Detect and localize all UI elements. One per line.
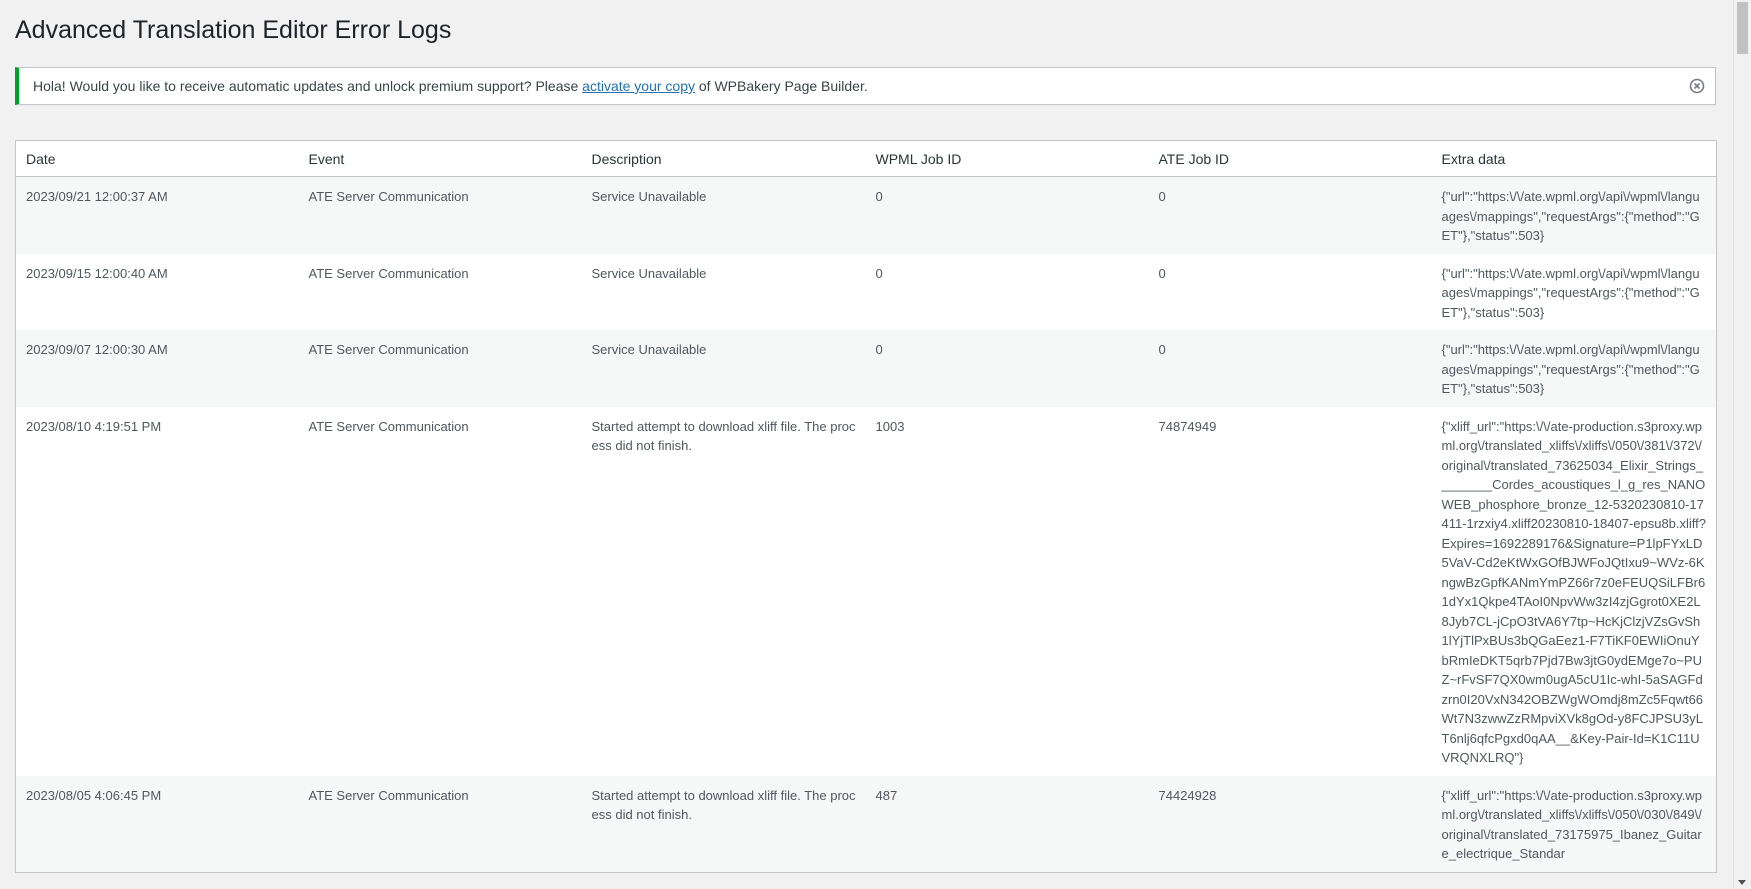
close-circle-icon bbox=[1689, 78, 1705, 94]
table-row: 2023/09/15 12:00:40 AM ATE Server Commun… bbox=[15, 253, 1717, 330]
page-title: Advanced Translation Editor Error Logs bbox=[15, 16, 452, 44]
activation-notice: Hola! Would you like to receive automati… bbox=[15, 67, 1716, 105]
dismiss-notice-button[interactable] bbox=[1688, 77, 1706, 95]
table-row: 2023/08/10 4:19:51 PM ATE Server Communi… bbox=[15, 406, 1717, 776]
cell-description: Started attempt to download xliff file. … bbox=[591, 418, 856, 454]
notice-text-before: Hola! Would you like to receive automati… bbox=[33, 78, 583, 94]
cell-description: Started attempt to download xliff file. … bbox=[591, 787, 856, 823]
error-logs-table: Date Event Description WPML Job ID ATE J… bbox=[15, 140, 1717, 873]
cell-date: 2023/08/10 4:19:51 PM bbox=[26, 418, 162, 434]
column-header-wpml-job-id: WPML Job ID bbox=[865, 140, 1149, 177]
cell-extra-data: {"url":"https:\/\/ate.wpml.org\/api\/wpm… bbox=[1441, 265, 1700, 320]
table-header: Date Event Description WPML Job ID ATE J… bbox=[15, 140, 1717, 177]
cell-wpml-job-id: 0 bbox=[875, 342, 883, 357]
table-body: 2023/09/21 12:00:37 AM ATE Server Commun… bbox=[15, 176, 1717, 872]
cell-date: 2023/08/05 4:06:45 PM bbox=[26, 787, 162, 803]
cell-date: 2023/09/15 12:00:40 AM bbox=[26, 265, 168, 281]
column-header-event: Event bbox=[298, 140, 582, 177]
notice-text-after: of WPBakery Page Builder. bbox=[695, 78, 868, 94]
notice-text: Hola! Would you like to receive automati… bbox=[33, 78, 868, 94]
column-header-ate-job-id: ATE Job ID bbox=[1148, 140, 1432, 177]
table-row: 2023/09/21 12:00:37 AM ATE Server Commun… bbox=[15, 176, 1717, 254]
cell-date: 2023/09/21 12:00:37 AM bbox=[26, 189, 168, 204]
cell-event: ATE Server Communication bbox=[308, 189, 469, 204]
scrollbar-thumb[interactable] bbox=[1737, 2, 1748, 54]
main-content: Advanced Translation Editor Error Logs H… bbox=[15, 0, 1717, 873]
cell-ate-job-id: 74874949 bbox=[1158, 418, 1217, 434]
vertical-scrollbar[interactable] bbox=[1733, 0, 1751, 889]
cell-wpml-job-id: 487 bbox=[875, 787, 898, 803]
column-header-extra-data: Extra data bbox=[1431, 140, 1717, 177]
cell-ate-job-id: 0 bbox=[1158, 189, 1166, 204]
cell-date: 2023/09/07 12:00:30 AM bbox=[26, 342, 168, 357]
scroll-down-arrow-icon[interactable] bbox=[1738, 880, 1746, 885]
column-header-description: Description bbox=[581, 140, 866, 177]
cell-event: ATE Server Communication bbox=[308, 342, 469, 357]
cell-extra-data: {"url":"https:\/\/ate.wpml.org\/api\/wpm… bbox=[1441, 342, 1700, 396]
cell-description: Service Unavailable bbox=[591, 342, 707, 357]
cell-wpml-job-id: 0 bbox=[875, 265, 883, 281]
cell-extra-data: {"xliff_url":"https:\/\/ate-production.s… bbox=[1441, 787, 1703, 862]
cell-description: Service Unavailable bbox=[591, 189, 707, 204]
table-row: 2023/08/05 4:06:45 PM ATE Server Communi… bbox=[15, 775, 1717, 872]
cell-ate-job-id: 74424928 bbox=[1158, 787, 1217, 803]
cell-wpml-job-id: 0 bbox=[875, 189, 883, 204]
table-row: 2023/09/07 12:00:30 AM ATE Server Commun… bbox=[15, 330, 1717, 407]
page: Advanced Translation Editor Error Logs H… bbox=[0, 0, 1751, 889]
cell-event: ATE Server Communication bbox=[308, 418, 469, 434]
cell-extra-data: {"xliff_url":"https:\/\/ate-production.s… bbox=[1441, 418, 1707, 766]
cell-description: Service Unavailable bbox=[591, 265, 707, 281]
cell-extra-data: {"url":"https:\/\/ate.wpml.org\/api\/wpm… bbox=[1441, 189, 1700, 243]
activate-copy-link[interactable]: activate your copy bbox=[582, 78, 695, 94]
cell-wpml-job-id: 1003 bbox=[875, 418, 905, 434]
cell-ate-job-id: 0 bbox=[1158, 342, 1166, 357]
cell-event: ATE Server Communication bbox=[308, 787, 469, 803]
cell-ate-job-id: 0 bbox=[1158, 265, 1166, 281]
column-header-date: Date bbox=[15, 140, 299, 177]
cell-event: ATE Server Communication bbox=[308, 265, 469, 281]
